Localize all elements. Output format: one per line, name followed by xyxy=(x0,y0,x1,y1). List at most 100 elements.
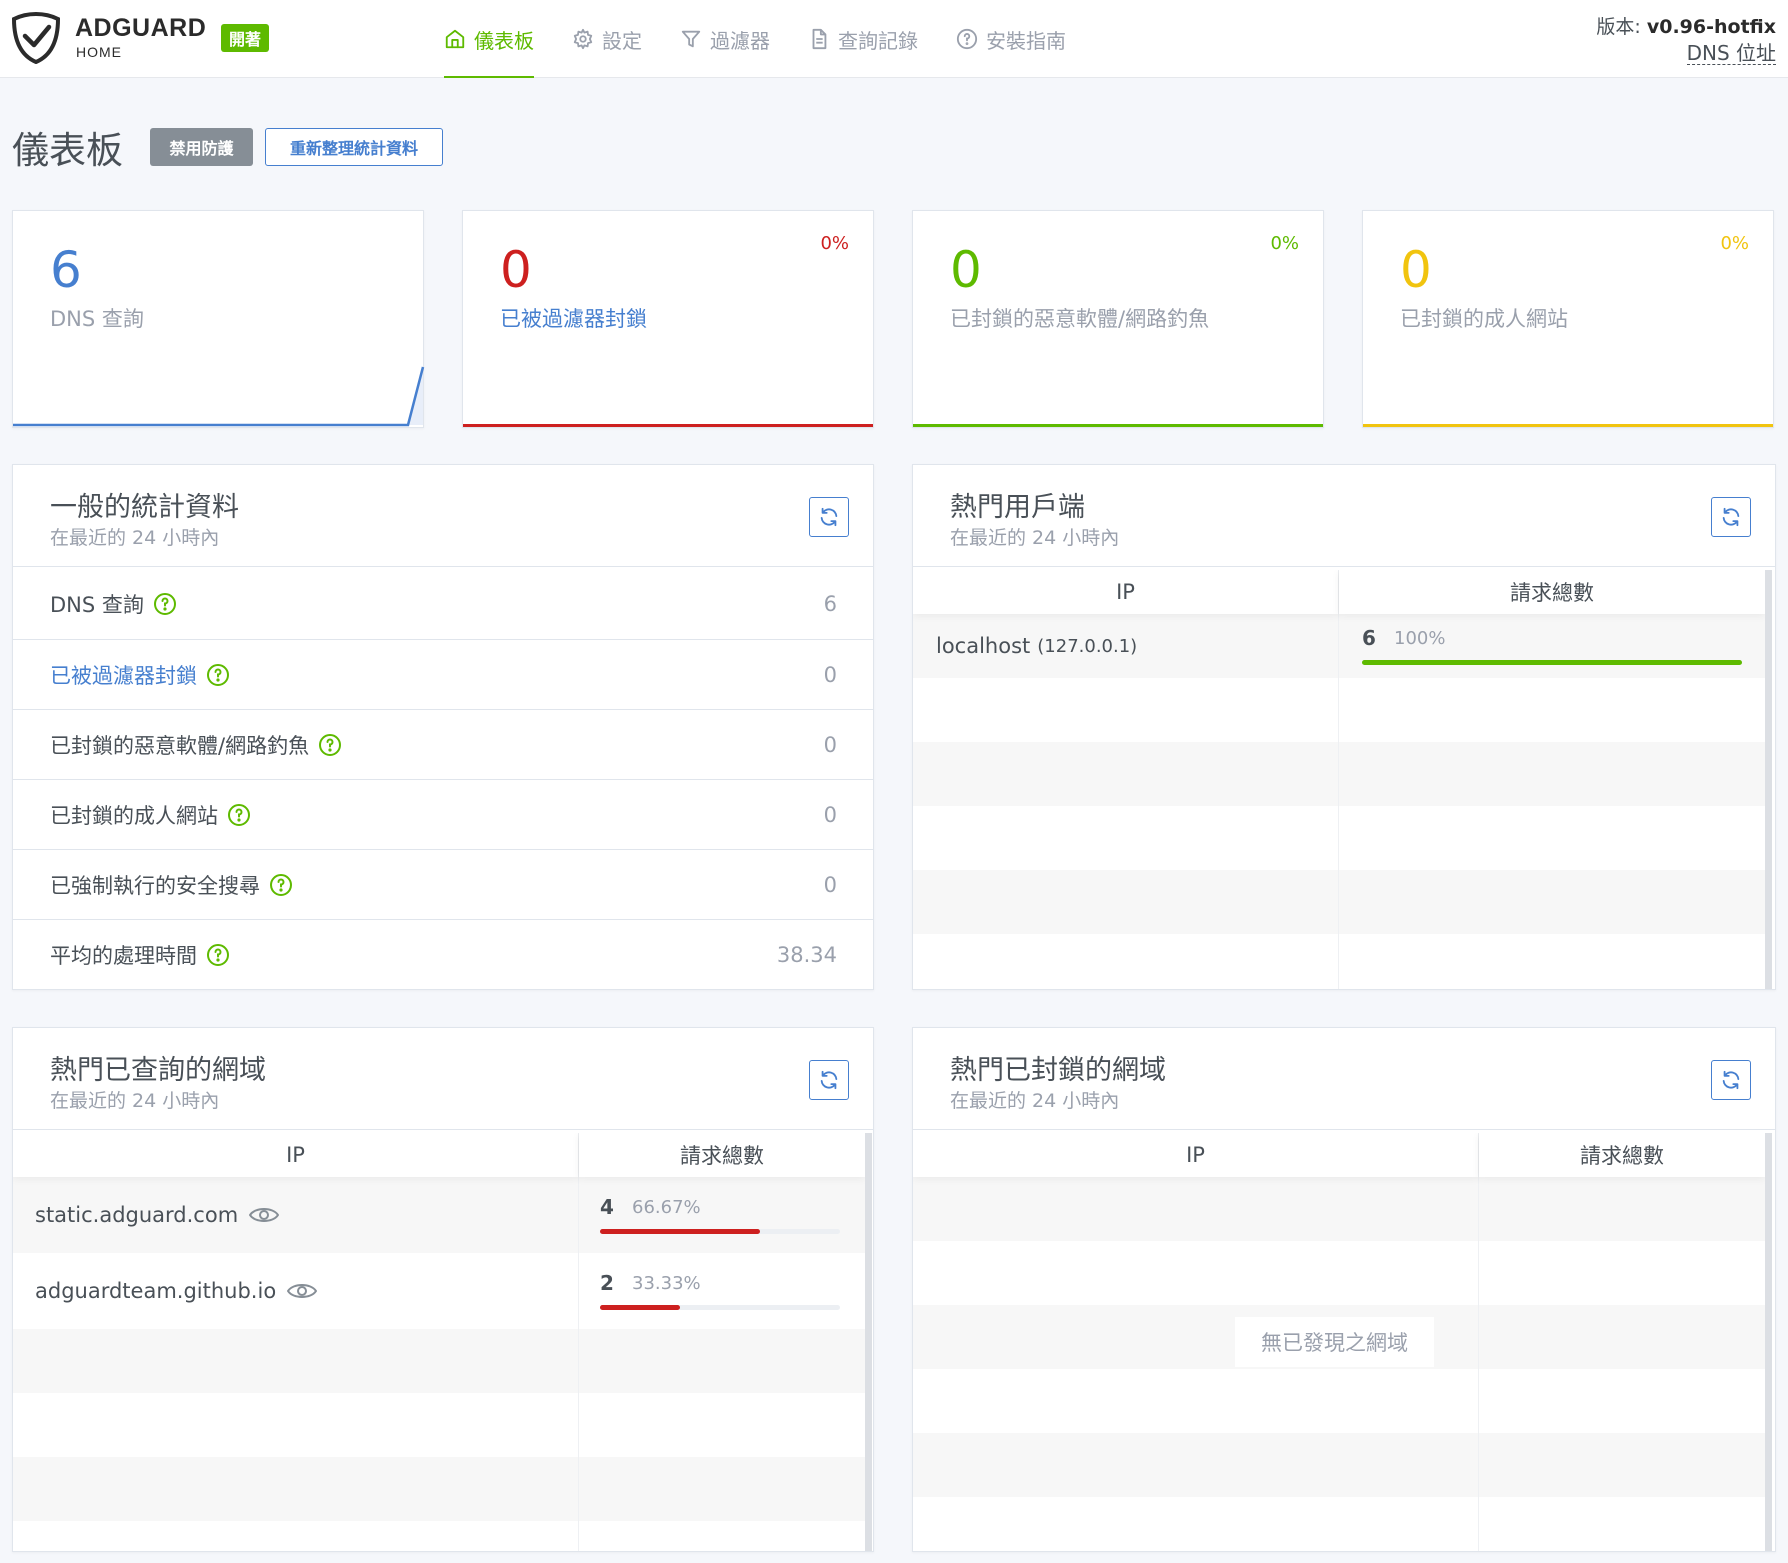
panel-header: 熱門已封鎖的網域 在最近的 24 小時內 xyxy=(913,1028,1775,1130)
refresh-icon xyxy=(820,507,838,527)
panel-subtitle: 在最近的 24 小時內 xyxy=(950,527,1120,549)
page-title: 儀表板 xyxy=(12,129,123,172)
domain-name[interactable]: static.adguard.com xyxy=(35,1203,238,1227)
scrollbar[interactable] xyxy=(865,1133,872,1551)
main-nav: 儀表板 設定 過濾器 查詢記錄 安裝指南 xyxy=(444,0,1104,78)
help-icon[interactable] xyxy=(206,943,230,967)
nav-filters[interactable]: 過濾器 xyxy=(680,0,770,78)
refresh-button[interactable] xyxy=(809,497,849,537)
top-queried-domains-panel: 熱門已查詢的網域 在最近的 24 小時內 IP 請求總數 static.adgu… xyxy=(12,1027,874,1552)
panel-header: 熱門已查詢的網域 在最近的 24 小時內 xyxy=(13,1028,873,1130)
stats-row-value: 38.34 xyxy=(776,942,837,967)
stat-card-blocked-by-filters: 0 已被過濾器封鎖 0% xyxy=(462,210,874,428)
help-icon[interactable] xyxy=(227,803,251,827)
client-count-cell: 6 100% xyxy=(1362,614,1742,678)
nav-query-log-label: 查詢記錄 xyxy=(838,28,918,53)
help-circle-icon xyxy=(956,28,978,50)
nav-dashboard-label: 儀表板 xyxy=(474,28,534,53)
eye-icon[interactable] xyxy=(249,1205,280,1225)
dns-addresses-link[interactable]: DNS 位址 xyxy=(1686,42,1776,65)
top-blocked-domains-panel: 熱門已封鎖的網域 在最近的 24 小時內 IP 請求總數 無已發現之網域 xyxy=(912,1027,1776,1552)
version-info: 版本: v0.96-hotfix xyxy=(1596,12,1776,39)
protection-status-badge: 開著 xyxy=(221,24,270,52)
refresh-icon xyxy=(1722,507,1740,527)
stats-row-value: 0 xyxy=(823,872,837,897)
panel-title: 一般的統計資料 xyxy=(50,492,239,523)
gear-icon xyxy=(573,28,593,50)
stats-row-label: 平均的處理時間 xyxy=(50,940,230,970)
nav-setup-guide-label: 安裝指南 xyxy=(986,28,1066,53)
table-row xyxy=(913,806,1765,870)
table-row xyxy=(913,742,1765,806)
stats-row-label: 已封鎖的惡意軟體/網路釣魚 xyxy=(50,730,342,760)
column-header-ip[interactable]: IP xyxy=(913,570,1338,614)
brand-name[interactable]: ADGUARD xyxy=(75,14,206,43)
help-icon[interactable] xyxy=(318,733,342,757)
stats-row-label: 已封鎖的成人網站 xyxy=(50,800,251,830)
scrollbar[interactable] xyxy=(1765,570,1772,989)
nav-query-log[interactable]: 查詢記錄 xyxy=(808,0,918,78)
help-icon[interactable] xyxy=(269,873,293,897)
progress-fill xyxy=(1362,660,1742,665)
adguard-logo-icon[interactable] xyxy=(12,12,60,64)
table-row xyxy=(913,934,1765,989)
document-icon xyxy=(812,28,827,50)
refresh-button[interactable] xyxy=(1711,497,1751,537)
table-row xyxy=(913,870,1765,934)
panel-title: 熱門已封鎖的網域 xyxy=(950,1055,1166,1086)
refresh-icon xyxy=(820,1070,838,1090)
help-icon[interactable] xyxy=(206,663,230,687)
domain-count-cell: 2 33.33% xyxy=(600,1259,840,1323)
table-row xyxy=(913,1177,1765,1241)
stats-row-adult-websites: 已封鎖的成人網站 0 xyxy=(13,779,873,849)
nav-filters-label: 過濾器 xyxy=(710,28,770,53)
top-queried-table: IP 請求總數 static.adguard.com 4 66.67% adgu… xyxy=(13,1133,873,1551)
column-divider xyxy=(578,1133,579,1551)
nav-dashboard[interactable]: 儀表板 xyxy=(444,0,534,78)
disable-protection-button[interactable]: 禁用防護 xyxy=(150,128,253,166)
filter-icon xyxy=(681,30,701,48)
stat-label: DNS 查詢 xyxy=(50,307,144,331)
panel-subtitle: 在最近的 24 小時內 xyxy=(50,527,220,549)
stat-card-adult-websites: 0 已封鎖的成人網站 0% xyxy=(1362,210,1774,428)
client-ip: (127.0.0.1) xyxy=(1037,635,1138,657)
panel-header: 熱門用戶端 在最近的 24 小時內 xyxy=(913,465,1775,567)
stat-label: 已封鎖的惡意軟體/網路釣魚 xyxy=(950,307,1210,331)
home-icon xyxy=(445,29,465,49)
panel-subtitle: 在最近的 24 小時內 xyxy=(950,1090,1120,1112)
empty-message: 無已發現之網域 xyxy=(1235,1317,1434,1367)
stat-percent: 0% xyxy=(1720,233,1749,254)
refresh-statistics-button[interactable]: 重新整理統計資料 xyxy=(265,128,443,166)
brand-subtitle: HOME xyxy=(76,44,122,60)
table-row xyxy=(913,1241,1765,1305)
table-row xyxy=(913,1369,1765,1433)
domain-name[interactable]: adguardteam.github.io xyxy=(35,1279,276,1303)
eye-icon[interactable] xyxy=(287,1281,318,1301)
stats-row-value: 6 xyxy=(823,592,837,616)
stats-row-avg-processing-time: 平均的處理時間 38.34 xyxy=(13,919,873,989)
column-header-ip[interactable]: IP xyxy=(13,1133,578,1177)
scrollbar[interactable] xyxy=(1765,1133,1772,1551)
column-header-requests[interactable]: 請求總數 xyxy=(579,1133,865,1177)
stat-percent: 0% xyxy=(820,233,849,254)
stat-value: 6 xyxy=(50,241,82,299)
stat-label[interactable]: 已被過濾器封鎖 xyxy=(500,303,647,333)
refresh-button[interactable] xyxy=(1711,1060,1751,1100)
stat-bar xyxy=(913,424,1323,427)
refresh-button[interactable] xyxy=(809,1060,849,1100)
nav-setup-guide[interactable]: 安裝指南 xyxy=(956,0,1066,78)
stat-value: 0 xyxy=(1400,241,1432,299)
column-header-requests[interactable]: 請求總數 xyxy=(1339,570,1765,614)
domain-cell: static.adguard.com xyxy=(35,1183,280,1247)
dns-queries-sparkline xyxy=(13,366,425,427)
stats-row-label[interactable]: 已被過濾器封鎖 xyxy=(50,660,230,690)
nav-settings[interactable]: 設定 xyxy=(572,0,642,78)
stats-row-value: 0 xyxy=(823,662,837,687)
stats-row-malware-phishing: 已封鎖的惡意軟體/網路釣魚 0 xyxy=(13,709,873,779)
column-header-ip[interactable]: IP xyxy=(913,1133,1478,1177)
help-icon[interactable] xyxy=(153,592,177,616)
table-row xyxy=(913,1497,1765,1551)
column-header-requests[interactable]: 請求總數 xyxy=(1479,1133,1765,1177)
stat-bar xyxy=(1363,424,1773,427)
request-count: 6 xyxy=(1362,626,1376,650)
